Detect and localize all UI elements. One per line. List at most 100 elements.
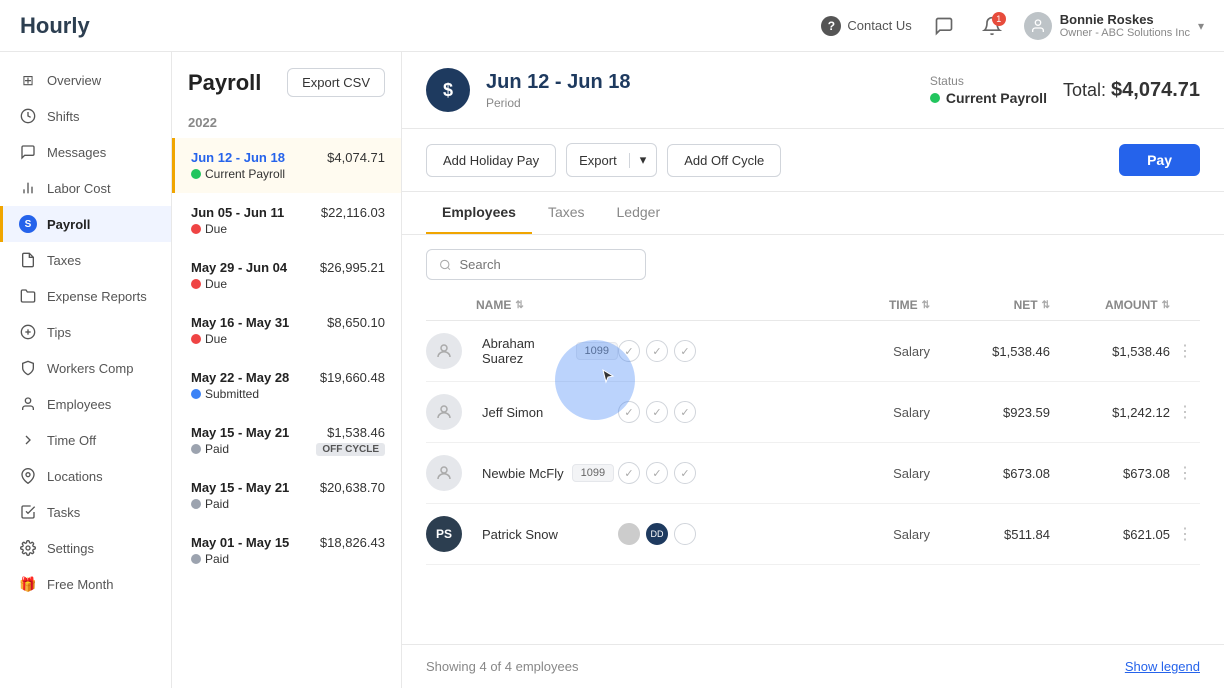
export-button[interactable]: Export ▾ [566,143,657,177]
sidebar-item-tips[interactable]: Tips [0,314,171,350]
sidebar-item-expense-reports[interactable]: Expense Reports [0,278,171,314]
payroll-period-info: Jun 12 - Jun 18 Period [486,71,914,110]
payroll-list-item-4[interactable]: May 22 - May 28 $19,660.48 Submitted [172,358,401,413]
user-avatar-icon [1024,12,1052,40]
shifts-icon [19,107,37,125]
emp-icon-circle-2[interactable]: ✓ [646,340,668,362]
sidebar-item-payroll[interactable]: S Payroll [0,206,171,242]
payroll-list-item-2[interactable]: May 29 - Jun 04 $26,995.21 Due [172,248,401,303]
emp-name-col-abraham: Abraham Suarez 1099 [426,333,618,369]
time-off-icon [19,431,37,449]
emp-name-newbie: Newbie McFly [482,466,564,481]
add-off-cycle-button[interactable]: Add Off Cycle [667,144,781,177]
emp-icon-circle-1[interactable]: ✓ [618,340,640,362]
emp-icon-jeff-1[interactable]: ✓ [618,401,640,423]
sidebar-item-time-off[interactable]: Time Off [0,422,171,458]
workers-comp-icon [19,359,37,377]
emp-name-col-jeff: Jeff Simon [426,394,618,430]
emp-icon-newbie-2[interactable]: ✓ [646,462,668,484]
payroll-list-item-1[interactable]: Jun 05 - Jun 11 $22,116.03 Due [172,193,401,248]
payroll-list-item-6[interactable]: May 15 - May 21 $20,638.70 Paid [172,468,401,523]
emp-icon-jeff-3[interactable]: ✓ [674,401,696,423]
emp-name-col-newbie: Newbie McFly 1099 [426,455,618,491]
export-csv-button[interactable]: Export CSV [287,68,385,97]
emp-icons-jeff: ✓ ✓ ✓ [618,401,810,423]
emp-icon-patrick-1[interactable] [618,523,640,545]
payroll-total: Total: $4,074.71 [1063,79,1200,102]
sidebar-item-locations[interactable]: Locations [0,458,171,494]
emp-net-jeff: $923.59 [930,405,1050,420]
sidebar-item-label: Expense Reports [47,289,147,304]
emp-more-newbie[interactable]: ⋮ [1170,463,1200,483]
emp-name-jeff: Jeff Simon [482,405,543,420]
payroll-list-item-7[interactable]: May 01 - May 15 $18,826.43 Paid [172,523,401,578]
emp-more-jeff[interactable]: ⋮ [1170,402,1200,422]
top-navigation: Hourly ? Contact Us 1 Bonnie Roskes Owne… [0,0,1224,52]
amount-sort-icon[interactable]: ⇅ [1162,300,1170,311]
badge-1099-newbie: 1099 [572,464,614,482]
tab-taxes[interactable]: Taxes [532,192,601,234]
table-footer: Showing 4 of 4 employees Show legend [402,644,1224,688]
employees-icon [19,395,37,413]
time-sort-icon[interactable]: ⇅ [922,300,930,311]
messages-icon-button[interactable] [928,10,960,42]
emp-name-patrick: Patrick Snow [482,527,558,542]
sidebar-item-label: Locations [47,469,103,484]
sidebar-item-label: Employees [47,397,111,412]
sidebar-item-workers-comp[interactable]: Workers Comp [0,350,171,386]
search-input[interactable] [460,257,633,272]
status-dot-green [191,169,201,179]
sidebar-item-overview[interactable]: ⊞ Overview [0,62,171,98]
contact-us-button[interactable]: ? Contact Us [821,16,911,36]
search-box[interactable] [426,249,646,280]
show-legend-link[interactable]: Show legend [1125,659,1200,674]
net-sort-icon[interactable]: ⇅ [1042,300,1050,311]
emp-more-abraham[interactable]: ⋮ [1170,341,1200,361]
notifications-icon-button[interactable]: 1 [976,10,1008,42]
emp-icon-patrick-3[interactable] [674,523,696,545]
app-logo: Hourly [20,13,90,39]
overview-icon: ⊞ [19,71,37,89]
sidebar-item-label: Payroll [47,217,90,232]
payroll-list-item-5[interactable]: May 15 - May 21 $1,538.46 Paid OFF CYCLE [172,413,401,468]
name-sort-icon[interactable]: ⇅ [515,300,523,311]
emp-icon-patrick-2[interactable]: DD [646,523,668,545]
payroll-list-year: 2022 [172,101,401,138]
sidebar-item-free-month[interactable]: 🎁 Free Month [0,566,171,602]
sidebar-item-label: Messages [47,145,106,160]
export-dropdown-arrow[interactable]: ▾ [630,152,657,168]
tab-ledger[interactable]: Ledger [601,192,677,234]
emp-icons-patrick: DD [618,523,810,545]
sidebar-item-label: Settings [47,541,94,556]
sidebar-item-label: Workers Comp [47,361,133,376]
employee-table-section: NAME ⇅ TIME ⇅ NET ⇅ AMOUNT ⇅ [402,235,1224,644]
sidebar-item-tasks[interactable]: Tasks [0,494,171,530]
sidebar-item-taxes[interactable]: Taxes [0,242,171,278]
pay-button[interactable]: Pay [1119,144,1200,176]
sidebar-item-labor-cost[interactable]: Labor Cost [0,170,171,206]
emp-name-abraham: Abraham Suarez [482,336,568,366]
emp-icon-circle-3[interactable]: ✓ [674,340,696,362]
emp-avatar-abraham [426,333,462,369]
add-holiday-pay-button[interactable]: Add Holiday Pay [426,144,556,177]
settings-icon [19,539,37,557]
sidebar-item-messages[interactable]: Messages [0,134,171,170]
tab-employees[interactable]: Employees [426,192,532,234]
emp-name-col-patrick: PS Patrick Snow [426,516,618,552]
emp-icon-newbie-3[interactable]: ✓ [674,462,696,484]
emp-icon-jeff-2[interactable]: ✓ [646,401,668,423]
messages-icon [19,143,37,161]
emp-icon-newbie-1[interactable]: ✓ [618,462,640,484]
payroll-list-item-3[interactable]: May 16 - May 31 $8,650.10 Due [172,303,401,358]
sidebar-item-shifts[interactable]: Shifts [0,98,171,134]
sidebar-item-employees[interactable]: Employees [0,386,171,422]
payroll-icon: S [19,215,37,233]
sidebar-item-label: Taxes [47,253,81,268]
sidebar-item-settings[interactable]: Settings [0,530,171,566]
payroll-list-item-0[interactable]: Jun 12 - Jun 18 $4,074.71 Current Payrol… [172,138,401,193]
sidebar-item-label: Labor Cost [47,181,111,196]
emp-amount-jeff: $1,242.12 [1050,405,1170,420]
user-menu[interactable]: Bonnie Roskes Owner - ABC Solutions Inc … [1024,12,1204,40]
emp-more-patrick[interactable]: ⋮ [1170,524,1200,544]
payroll-period-label: Jun 12 - Jun 18 [191,150,285,165]
